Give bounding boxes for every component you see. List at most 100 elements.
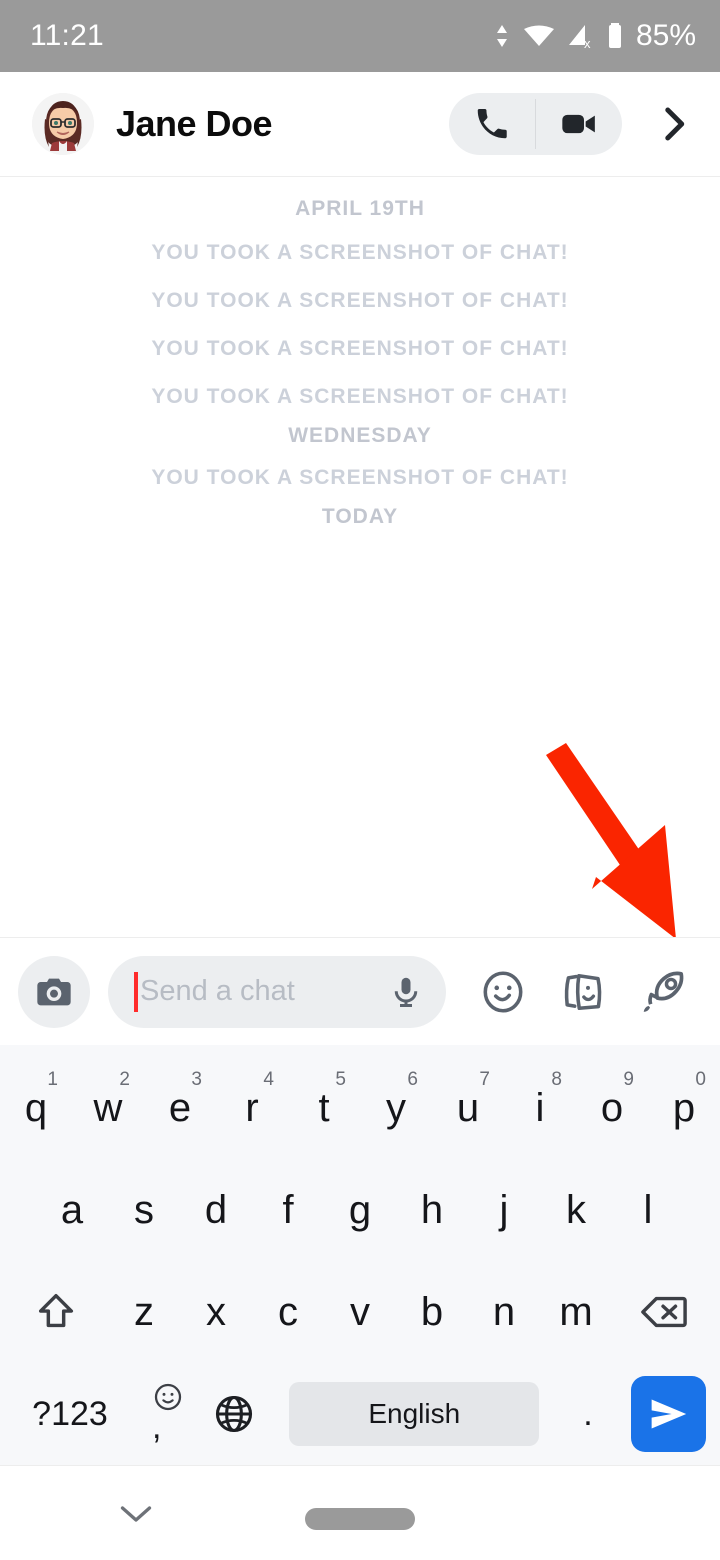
key-o[interactable]: 9o	[576, 1065, 648, 1151]
key-superscript: 4	[263, 1069, 274, 1090]
key-superscript: 5	[335, 1069, 346, 1090]
send-paper-plane-icon	[651, 1399, 687, 1429]
chat-message-list[interactable]: APRIL 19TH YOU TOOK A SCREENSHOT OF CHAT…	[0, 177, 720, 937]
chevron-down-icon	[120, 1506, 152, 1522]
key-superscript: 2	[119, 1069, 130, 1090]
key-k[interactable]: k	[540, 1167, 612, 1253]
backspace-icon	[641, 1296, 687, 1328]
chat-system-message: YOU TOOK A SCREENSHOT OF CHAT!	[151, 337, 569, 360]
key-u[interactable]: 7u	[432, 1065, 504, 1151]
key-superscript: 0	[695, 1069, 706, 1090]
battery-percent: 85%	[635, 19, 696, 52]
key-h[interactable]: h	[396, 1167, 468, 1253]
sticker-smiley-icon	[483, 970, 523, 1013]
on-screen-keyboard[interactable]: 1q 2w 3e 4r 5t 6y 7u 8i 9o 0p a s d f g …	[0, 1045, 720, 1465]
key-q[interactable]: 1q	[0, 1065, 72, 1151]
key-d[interactable]: d	[180, 1167, 252, 1253]
key-t[interactable]: 5t	[288, 1065, 360, 1151]
microphone-icon	[394, 977, 418, 1007]
key-label: i	[535, 1085, 545, 1130]
chat-date-divider: WEDNESDAY	[288, 424, 432, 447]
key-m[interactable]: m	[540, 1269, 612, 1355]
chat-input-bar: Send a chat	[0, 937, 720, 1045]
key-superscript: 1	[47, 1069, 58, 1090]
key-f[interactable]: f	[252, 1167, 324, 1253]
call-buttons-group	[449, 93, 622, 155]
text-cursor	[134, 971, 138, 1012]
key-y[interactable]: 6y	[360, 1065, 432, 1151]
key-w[interactable]: 2w	[72, 1065, 144, 1151]
home-gesture-pill[interactable]	[305, 1508, 415, 1530]
open-profile-button[interactable]	[652, 103, 694, 145]
key-superscript: 3	[191, 1069, 202, 1090]
svg-text:4: 4	[548, 34, 555, 48]
shift-key[interactable]	[4, 1269, 108, 1355]
key-a[interactable]: a	[36, 1167, 108, 1253]
page-title: Jane Doe	[116, 103, 273, 144]
sticker-cards-icon	[564, 973, 602, 1010]
video-call-button[interactable]	[536, 93, 622, 155]
language-switch-key[interactable]	[195, 1373, 274, 1455]
key-superscript: 7	[479, 1069, 490, 1090]
chat-system-message: YOU TOOK A SCREENSHOT OF CHAT!	[151, 385, 569, 408]
key-r[interactable]: 4r	[216, 1065, 288, 1151]
key-c[interactable]: c	[252, 1269, 324, 1355]
status-icons-group: 4 x 85%	[492, 19, 696, 53]
video-camera-icon	[562, 114, 595, 134]
key-label: r	[245, 1085, 259, 1130]
status-bar: 11:21 4 x 85%	[0, 0, 720, 72]
period-key[interactable]: .	[555, 1373, 620, 1455]
camera-icon	[37, 978, 71, 1005]
bitmoji-avatar-icon	[32, 93, 94, 155]
cellular-signal-off-icon: x	[568, 25, 591, 51]
key-b[interactable]: b	[396, 1269, 468, 1355]
chat-date-divider: TODAY	[321, 505, 399, 528]
chat-system-message: YOU TOOK A SCREENSHOT OF CHAT!	[151, 241, 569, 264]
games-rocket-button[interactable]	[634, 963, 692, 1021]
hide-keyboard-button[interactable]	[118, 1502, 154, 1531]
keyboard-row-1: 1q 2w 3e 4r 5t 6y 7u 8i 9o 0p	[0, 1057, 720, 1159]
key-superscript: 9	[623, 1069, 634, 1090]
open-camera-button[interactable]	[18, 955, 90, 1028]
keyboard-row-2: a s d f g h j k l	[0, 1159, 720, 1261]
key-p[interactable]: 0p	[648, 1065, 720, 1151]
key-v[interactable]: v	[324, 1269, 396, 1355]
voice-call-button[interactable]	[449, 93, 535, 155]
avatar[interactable]	[32, 93, 94, 155]
keyboard-row-4: ?123 , English .	[0, 1363, 720, 1465]
key-l[interactable]: l	[612, 1167, 684, 1253]
system-navigation-bar	[0, 1465, 720, 1560]
sticker-smiley-button[interactable]	[474, 963, 532, 1021]
send-button[interactable]	[630, 1376, 706, 1452]
key-z[interactable]: z	[108, 1269, 180, 1355]
key-j[interactable]: j	[468, 1167, 540, 1253]
shift-up-arrow-icon	[38, 1293, 74, 1328]
key-label: o	[600, 1085, 624, 1130]
key-x[interactable]: x	[180, 1269, 252, 1355]
key-label: t	[318, 1085, 330, 1130]
key-s[interactable]: s	[108, 1167, 180, 1253]
svg-text:x: x	[584, 36, 591, 51]
chat-system-message: YOU TOOK A SCREENSHOT OF CHAT!	[151, 466, 569, 489]
key-label: p	[672, 1085, 696, 1130]
phone-icon	[477, 108, 507, 139]
key-label: e	[168, 1085, 192, 1130]
chat-input-field[interactable]: Send a chat	[108, 955, 446, 1028]
keyboard-row-3: z x c v b n m	[0, 1261, 720, 1363]
stickers-button[interactable]	[554, 963, 612, 1021]
battery-icon	[608, 23, 621, 48]
key-label: y	[386, 1085, 406, 1130]
symbols-key[interactable]: ?123	[14, 1373, 126, 1455]
status-time: 11:21	[30, 19, 104, 52]
wifi-icon: 4	[523, 25, 555, 48]
data-transfer-icon	[496, 25, 507, 47]
key-i[interactable]: 8i	[504, 1065, 576, 1151]
key-g[interactable]: g	[324, 1167, 396, 1253]
key-e[interactable]: 3e	[144, 1065, 216, 1151]
voice-record-button[interactable]	[388, 974, 424, 1010]
backspace-key[interactable]	[612, 1269, 716, 1355]
emoji-comma-key[interactable]: ,	[126, 1373, 195, 1455]
globe-icon	[215, 1395, 253, 1433]
spacebar-key[interactable]: English	[289, 1382, 540, 1446]
key-n[interactable]: n	[468, 1269, 540, 1355]
